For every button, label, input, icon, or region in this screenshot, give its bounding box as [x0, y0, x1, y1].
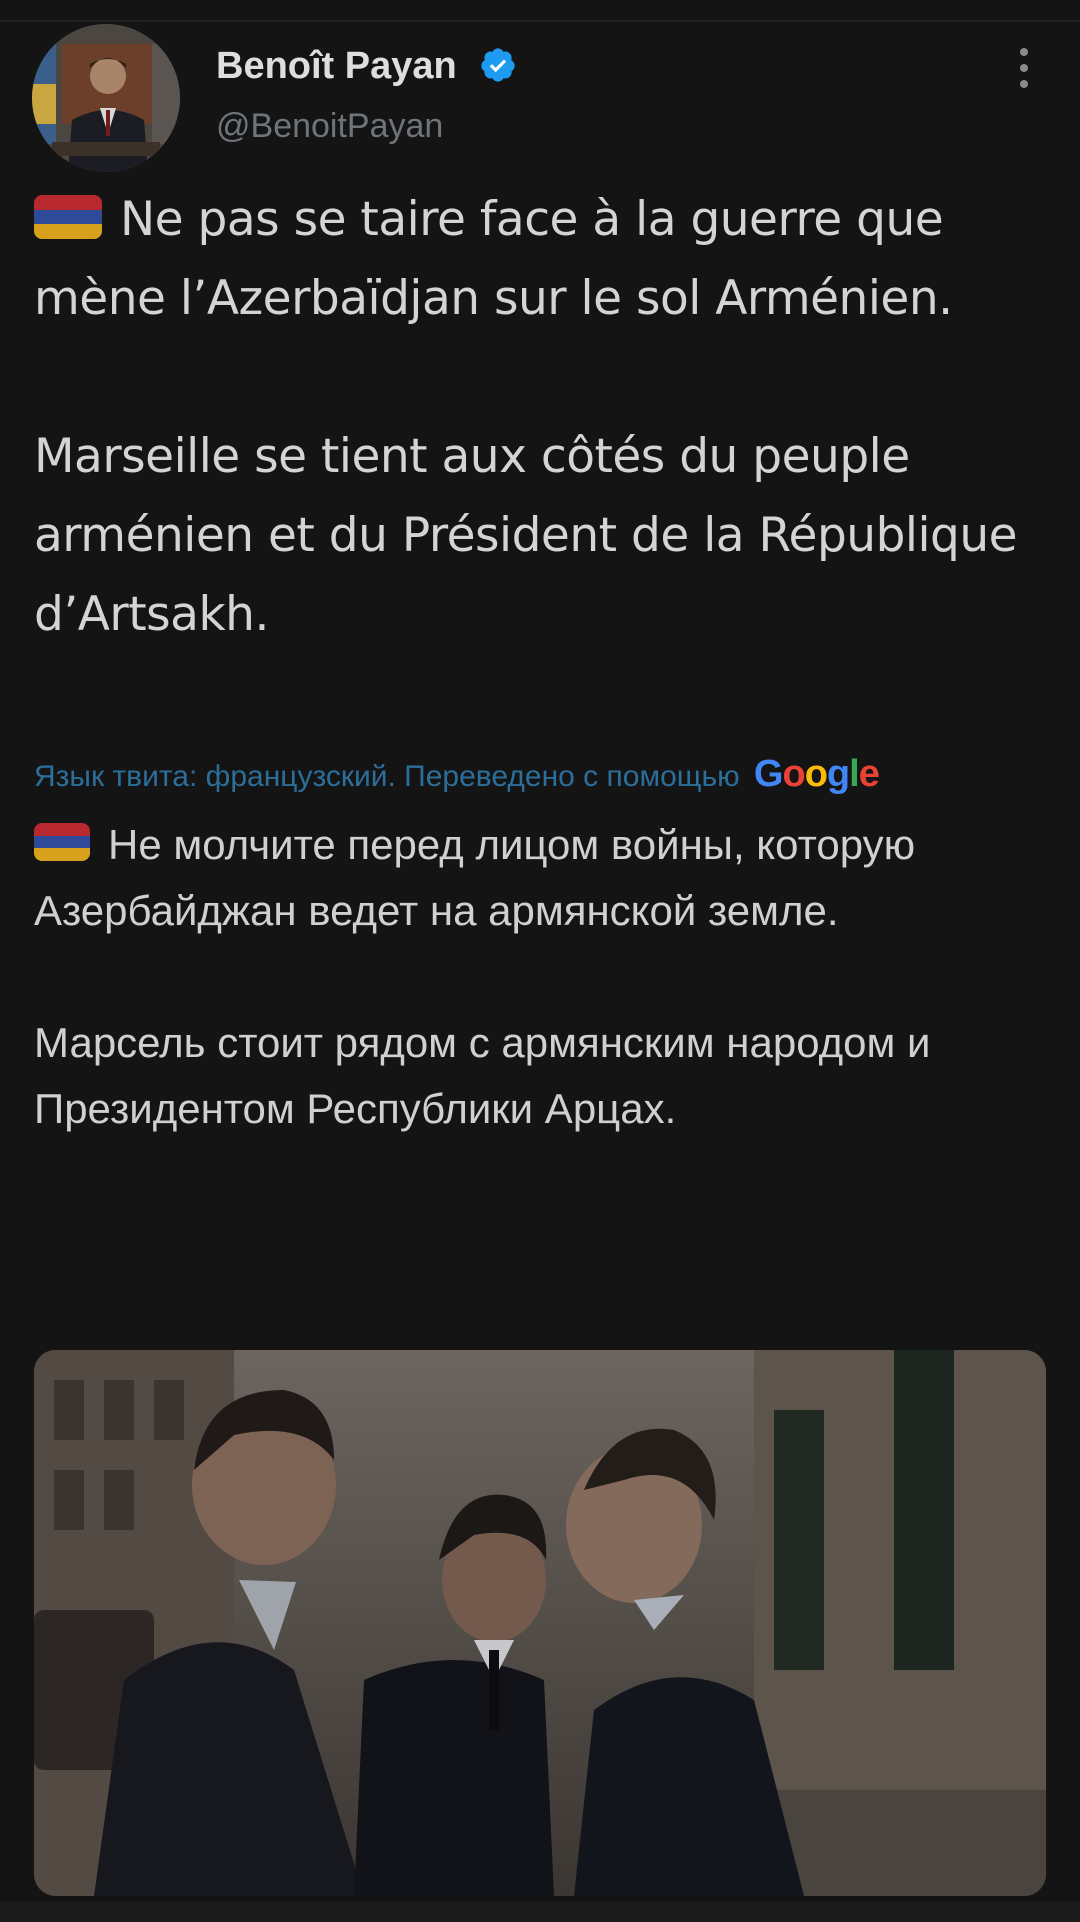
tweet-paragraph-1: Ne pas se taire face à la guerre que mèn…	[34, 180, 1054, 338]
tweet-screen: Benoît Payan @BenoitPayan Ne pas se tair…	[0, 0, 1080, 1922]
bottom-bar	[0, 1902, 1080, 1922]
translation-note: Язык твита: французский. Переведено с по…	[34, 760, 740, 793]
translation-attribution[interactable]: Язык твита: французский. Переведено с по…	[34, 752, 880, 799]
more-options-icon[interactable]	[1012, 46, 1036, 90]
author-name[interactable]: Benoît Payan	[216, 44, 517, 88]
tweet-paragraph-2: Marseille se tient aux côtés du peuple a…	[34, 429, 1018, 642]
armenia-flag-icon	[34, 195, 102, 239]
translated-paragraph-2: Марсель стоит рядом с армянским народом …	[34, 1019, 931, 1132]
top-divider	[0, 20, 1080, 22]
tweet-photo[interactable]	[34, 1350, 1046, 1896]
google-logo-icon: Google	[753, 753, 880, 795]
author-handle[interactable]: @BenoitPayan	[216, 106, 443, 146]
verified-badge-icon	[481, 48, 515, 82]
translated-text: Не молчите перед лицом войны, которую Аз…	[34, 812, 1054, 1142]
photo-image	[34, 1350, 1046, 1896]
avatar-photo	[32, 24, 180, 172]
author-display-name: Benoît Payan	[216, 45, 457, 87]
author-avatar[interactable]	[32, 24, 180, 172]
tweet-paragraph-1-text: Ne pas se taire face à la guerre que mèn…	[34, 192, 953, 326]
translated-paragraph-1-text: Не молчите перед лицом войны, которую Аз…	[34, 821, 916, 934]
tweet-text: Ne pas se taire face à la guerre que mèn…	[34, 180, 1054, 654]
translated-paragraph-1: Не молчите перед лицом войны, которую Аз…	[34, 812, 1054, 944]
armenia-flag-icon	[34, 823, 90, 861]
